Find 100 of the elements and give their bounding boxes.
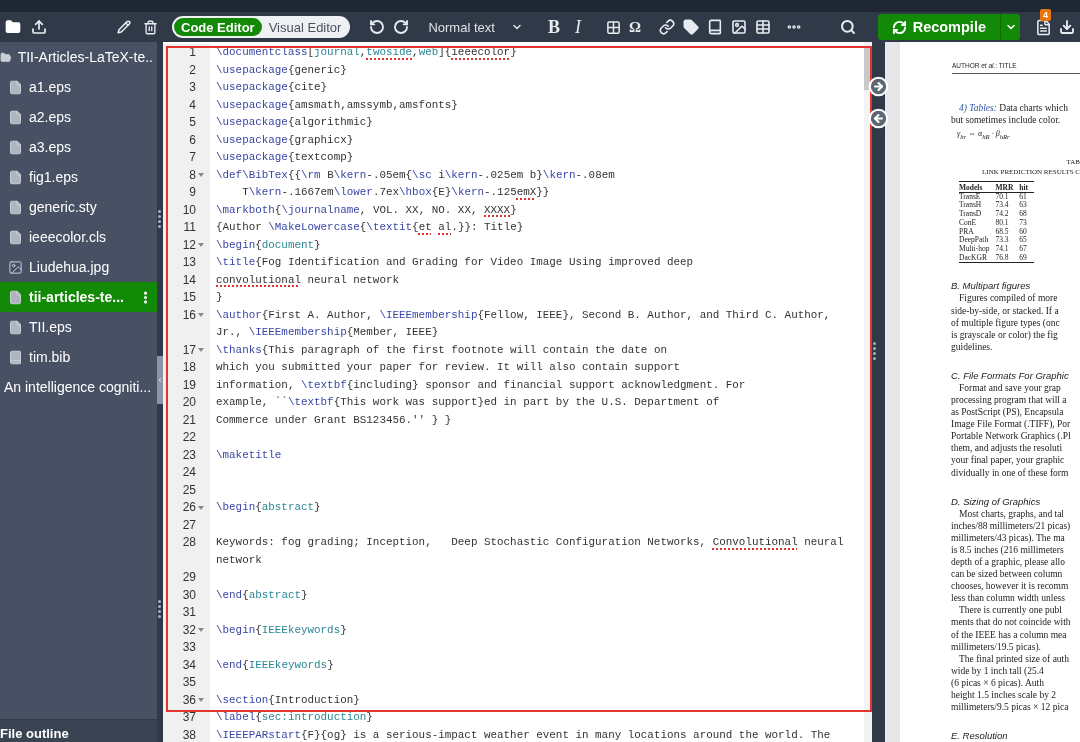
scrollbar[interactable] xyxy=(864,42,872,742)
line-number: 27 xyxy=(182,516,196,534)
code-line: \author{First A. Author, \IEEEmembership{Fellow, IEEE}, Second B. Author, and Third C. Author, xyxy=(216,308,831,321)
grip-icon[interactable] xyxy=(158,600,161,618)
file-item[interactable]: tii-articles-te... xyxy=(0,282,157,312)
file-icon xyxy=(8,139,23,155)
code-line: Commerce under Grant BS123456.'' } } xyxy=(216,413,452,426)
code-line: \markboth{\journalname, VOL. XX, NO. XX, XXXX} xyxy=(216,203,517,216)
line-number: 8 xyxy=(189,166,196,184)
document-text: (6 picas × 6 picas). Auth xyxy=(951,676,1045,690)
folder-icon xyxy=(0,49,12,65)
file-item[interactable]: a1.eps xyxy=(0,72,157,102)
folder-item[interactable]: TII-Articles-LaTeX-te.. xyxy=(0,42,157,72)
section-heading: D. Sizing of Graphics xyxy=(951,495,1041,507)
code-line: \IEEEPARstart{F}{og} is a serious-impact weather event in many locations around the world. The xyxy=(216,728,831,741)
file-item[interactable]: tim.bib xyxy=(0,342,157,372)
line-number: 9 xyxy=(189,184,196,201)
document-text: 4) Tables: Data charts which xyxy=(958,102,1069,115)
file-item[interactable]: Liudehua.jpg xyxy=(0,252,157,282)
file-item[interactable]: generic.sty xyxy=(0,192,157,222)
line-number: 17 xyxy=(182,341,196,359)
file-item[interactable]: TII.eps xyxy=(0,312,157,342)
line-number: 21 xyxy=(182,411,196,429)
notification-badge: 4 xyxy=(1040,9,1051,21)
document-text: Figures compiled of more xyxy=(958,292,1059,305)
fold-icon[interactable] xyxy=(198,698,204,703)
code-line: \usepackage{generic} xyxy=(216,63,347,76)
document-icon xyxy=(1034,18,1052,36)
document-text: depth of a graphic, please allo xyxy=(951,556,1066,569)
line-number: 23 xyxy=(182,446,196,464)
symbol-button[interactable]: Ω xyxy=(627,16,642,38)
folder-icon xyxy=(5,19,21,35)
fold-icon[interactable] xyxy=(198,243,204,248)
file-item[interactable]: An intelligence cogniti... xyxy=(0,372,157,402)
document-text: can be sized between column xyxy=(951,568,1064,581)
code-line: \def\BibTex{{\rm B\kern-.05em{\sc i\kern-.025em b}\kern-.08em xyxy=(216,168,615,181)
line-number: 20 xyxy=(182,394,196,411)
document-text: Format and save your grap xyxy=(958,381,1062,394)
line-number: 3 xyxy=(189,79,196,96)
code-line: \begin{abstract} xyxy=(216,501,321,513)
code-line: Keywords: fog grading; Inception, Deep Stochastic Configuration Networks, Convolutional neural xyxy=(216,536,844,548)
document-text: wide by 1 inch tall (25.4 xyxy=(951,664,1045,677)
document-text: height 1.5 inches scale by 2 xyxy=(951,689,1057,702)
line-number: 32 xyxy=(182,621,196,639)
fold-icon[interactable] xyxy=(198,628,204,633)
code-line: \begin{document} xyxy=(216,238,321,251)
code-line: \end{abstract} xyxy=(216,588,308,601)
document-text: millimeters/19.5 picas). xyxy=(951,640,1042,653)
document-text: guidelines. xyxy=(951,340,994,353)
recompile-options-button[interactable] xyxy=(1000,14,1020,40)
document-text: as PostScript (PS), Encapsula xyxy=(951,406,1065,419)
document-text: but sometimes include color. xyxy=(951,114,1062,127)
grip-icon[interactable] xyxy=(873,342,876,360)
line-number: 7 xyxy=(189,149,196,166)
grip-icon[interactable] xyxy=(158,210,161,228)
file-icon xyxy=(8,229,23,245)
code-line: \usepackage{graphicx} xyxy=(216,133,354,146)
formula: γ$_{hr}$ ⇔ α$_{hR}$ · β$_{hRr}$ xyxy=(957,129,1010,139)
file-item[interactable]: ieeecolor.cls xyxy=(0,222,157,252)
file-item[interactable]: a3.eps xyxy=(0,132,157,162)
bold-button[interactable]: B xyxy=(546,16,561,38)
code-line: which you submitted your paper for review. It will also contain support xyxy=(216,361,681,373)
code-line: \usepackage{algorithmic} xyxy=(216,116,373,128)
code-line: \usepackage{amsmath,amssymb,amsfonts} xyxy=(216,98,458,111)
document-text: your final paper, your graphic xyxy=(951,454,1066,467)
editor-mode-tab[interactable]: Visual Editor xyxy=(261,18,349,36)
fold-icon[interactable] xyxy=(198,313,204,318)
line-number: 25 xyxy=(182,481,196,499)
text-style-dropdown[interactable]: Normal text xyxy=(428,16,523,38)
line-number: 33 xyxy=(182,639,196,656)
document-text: processing program that will a xyxy=(951,393,1068,407)
fold-icon[interactable] xyxy=(198,173,204,178)
line-number: 31 xyxy=(182,604,196,621)
file-icon xyxy=(8,79,23,95)
document-text: There is currently one publ xyxy=(958,604,1063,617)
file-item[interactable]: fig1.eps xyxy=(0,162,157,192)
line-number: 11 xyxy=(183,219,196,236)
document-text: less than column width unless xyxy=(951,592,1066,605)
code-line: \maketitle xyxy=(216,448,282,461)
pencil-icon xyxy=(117,20,131,34)
document-text: inches/88 millimeters/21 picas) xyxy=(951,519,1072,532)
line-number: 4 xyxy=(189,96,196,114)
editor-mode-tab[interactable]: Code Editor xyxy=(174,18,262,36)
fold-icon[interactable] xyxy=(198,348,204,353)
code-line: \end{IEEEkeywords} xyxy=(216,658,334,671)
file-outline-header[interactable]: File outline xyxy=(0,719,157,742)
file-item[interactable]: a2.eps xyxy=(0,102,157,132)
code-line: network xyxy=(216,553,262,566)
line-number: 5 xyxy=(189,114,196,131)
fold-icon[interactable] xyxy=(198,505,204,510)
image-icon xyxy=(8,259,23,275)
code-line: \thanks{This paragraph of the first footnote will contain the date on xyxy=(216,343,667,356)
code-line: \section{Introduction} xyxy=(216,693,360,706)
line-number: 18 xyxy=(182,359,196,376)
document-text: millimeters/9.5 picas × 12 pica xyxy=(951,701,1070,714)
code-line: T\kern-.1667em\lower.7ex\hbox{E}\kern-.125emX}} xyxy=(241,186,550,198)
line-number: 15 xyxy=(182,289,196,306)
recompile-button[interactable]: Recompile xyxy=(877,14,1000,40)
document-text: ments that do not coincide with xyxy=(951,616,1072,629)
italic-button[interactable]: I xyxy=(570,16,585,38)
